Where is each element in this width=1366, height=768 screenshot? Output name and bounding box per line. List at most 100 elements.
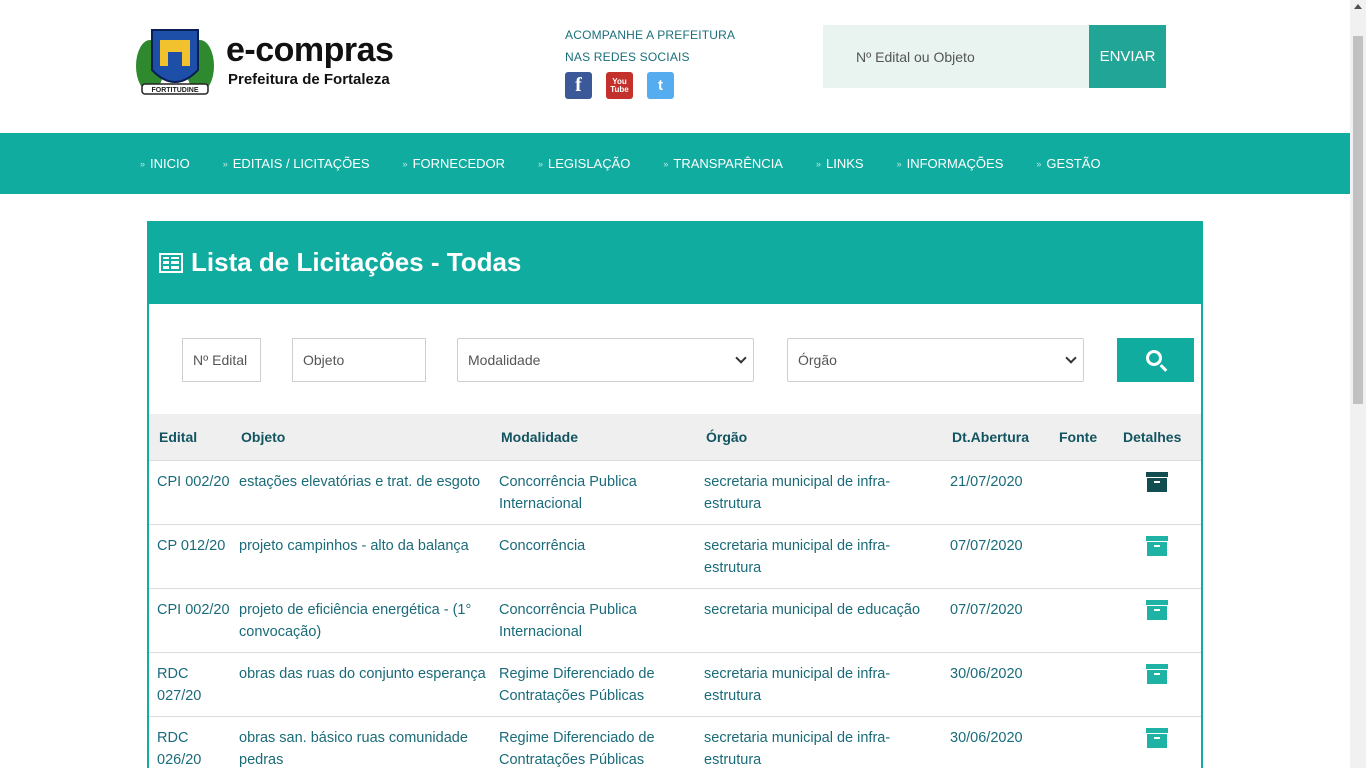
brand-name: e-compras xyxy=(226,31,394,69)
fonte-cell xyxy=(1049,459,1113,524)
archive-box-icon[interactable] xyxy=(1146,663,1168,684)
nav-item-label: LEGISLAÇÃO xyxy=(548,156,631,171)
objeto-cell[interactable]: obras san. básico ruas comunidade pedras xyxy=(231,715,491,768)
edital-cell[interactable]: CPI 002/20 xyxy=(149,459,231,524)
modalidade-cell: Regime Diferenciado de Contratações Públ… xyxy=(491,715,696,768)
archive-box-icon[interactable] xyxy=(1146,535,1168,556)
column-header: Objeto xyxy=(241,428,286,445)
nav-item[interactable]: » INFORMAÇÕES xyxy=(897,156,1004,171)
column-header: Modalidade xyxy=(501,428,579,445)
orgao-cell: secretaria municipal de infra-estrutura xyxy=(696,459,942,524)
column-header: Detalhes xyxy=(1123,428,1182,445)
modalidade-select[interactable]: Modalidade xyxy=(457,338,754,382)
table-icon xyxy=(159,252,183,273)
licitacoes-panel: Lista de Licitações - Todas Nº Edital Ob… xyxy=(147,221,1203,768)
nav-item[interactable]: » FORNECEDOR xyxy=(403,156,505,171)
enviar-button[interactable]: ENVIAR xyxy=(1089,25,1166,88)
archive-box-icon[interactable] xyxy=(1146,471,1168,492)
nav-item[interactable]: » LEGISLAÇÃO xyxy=(538,156,630,171)
scrollbar-thumb[interactable] xyxy=(1353,36,1363,404)
detalhes-cell xyxy=(1113,651,1201,716)
orgao-select[interactable]: Órgão xyxy=(787,338,1084,382)
detalhes-cell xyxy=(1113,459,1201,524)
objeto-cell[interactable]: projeto campinhos - alto da balança xyxy=(231,523,491,588)
chevron-down-icon xyxy=(735,352,747,364)
chevron-down-icon xyxy=(1065,352,1077,364)
objeto-cell[interactable]: projeto de eficiência energética - (1° c… xyxy=(231,587,491,652)
table-row[interactable]: CPI 002/20 projeto de eficiência energéti… xyxy=(149,587,1201,652)
abertura-date-cell: 30/06/2020 xyxy=(942,715,1049,768)
nav-arrow-icon: » xyxy=(663,158,668,169)
nav-item-label: FORNECEDOR xyxy=(412,156,506,171)
nav-item[interactable]: » GESTÃO xyxy=(1036,156,1100,171)
modalidade-cell: Concorrência xyxy=(491,523,696,588)
detalhes-cell xyxy=(1113,523,1201,588)
main-nav: » INICIO» EDITAIS / LICITAÇÕES» FORNECEDOR»… xyxy=(0,133,1350,194)
column-header: Dt.Abertura xyxy=(952,428,1030,445)
edital-cell[interactable]: CP 012/20 xyxy=(149,523,231,588)
table-row[interactable]: CP 012/20 projeto campinhos - alto da bal… xyxy=(149,523,1201,588)
modalidade-cell: Regime Diferenciado de Contratações Públ… xyxy=(491,651,696,716)
modalidade-cell: Concorrência Publica Internacional xyxy=(491,459,696,524)
filter-bar: Nº Edital Objeto Modalidade Órgão xyxy=(182,338,1196,382)
fonte-cell xyxy=(1049,715,1113,768)
nav-arrow-icon: » xyxy=(896,158,902,169)
archive-box-icon[interactable] xyxy=(1146,599,1168,620)
abertura-date-cell: 07/07/2020 xyxy=(942,523,1049,588)
orgao-select-value: Órgão xyxy=(798,352,837,368)
brand-subtitle: Prefeitura de Fortaleza xyxy=(228,71,390,88)
objeto-filter-input[interactable]: Objeto xyxy=(292,338,426,382)
modalidade-select-value: Modalidade xyxy=(468,352,541,368)
table-row[interactable]: CPI 002/20 estações elevatórias e trat. d… xyxy=(149,459,1201,524)
edital-cell[interactable]: RDC 027/20 xyxy=(149,651,231,716)
nav-arrow-icon: » xyxy=(815,158,821,169)
nav-item[interactable]: » TRANSPARÊNCIA xyxy=(663,156,783,171)
edital-filter-input[interactable]: Nº Edital xyxy=(182,338,261,382)
nav-item[interactable]: » INICIO xyxy=(140,156,190,171)
scroll-up-icon[interactable] xyxy=(1354,4,1362,9)
table-row[interactable]: RDC 027/20 obras das ruas do conjunto esp… xyxy=(149,651,1201,716)
panel-title: Lista de Licitações - Todas xyxy=(191,247,522,277)
table-header-row: Edital Objeto Modalidade Órgão Dt.Abertura Fo… xyxy=(149,414,1201,460)
search-input[interactable]: Nº Edital ou Objeto xyxy=(823,25,1089,88)
social-heading-line2: NAS REDES SOCIAIS xyxy=(565,50,690,64)
seal-motto: FORTITUDINE xyxy=(151,87,198,94)
panel-header: Lista de Licitações - Todas xyxy=(149,221,1201,304)
nav-arrow-icon: » xyxy=(1036,158,1041,169)
nav-arrow-icon: » xyxy=(402,158,408,169)
nav-item[interactable]: » LINKS xyxy=(816,156,864,171)
modalidade-cell: Concorrência Publica Internacional xyxy=(491,587,696,652)
nav-arrow-icon: » xyxy=(140,158,145,169)
abertura-date-cell: 21/07/2020 xyxy=(942,459,1049,524)
e-compras-logo[interactable]: FORTITUDINE e-compras Prefeitura de Fort… xyxy=(128,22,428,102)
column-header: Fonte xyxy=(1059,428,1098,445)
nav-item-label: GESTÃO xyxy=(1046,156,1101,171)
detalhes-cell xyxy=(1113,587,1201,652)
nav-item[interactable]: » EDITAIS / LICITAÇÕES xyxy=(223,156,370,171)
header-search: Nº Edital ou Objeto ENVIAR xyxy=(823,25,1166,88)
nav-item-label: INICIO xyxy=(150,156,190,171)
orgao-cell: secretaria municipal de infra-estrutura xyxy=(696,715,942,768)
page-scrollbar[interactable] xyxy=(1350,0,1366,768)
nav-item-label: TRANSPARÊNCIA xyxy=(673,156,783,171)
objeto-cell[interactable]: obras das ruas do conjunto esperança xyxy=(231,651,491,716)
detalhes-cell xyxy=(1113,715,1201,768)
facebook-icon[interactable]: f xyxy=(565,72,592,99)
search-button[interactable] xyxy=(1117,338,1194,382)
archive-box-icon[interactable] xyxy=(1146,727,1168,748)
fortaleza-seal-icon: FORTITUDINE xyxy=(136,29,214,95)
youtube-icon[interactable]: You Tube xyxy=(606,72,633,99)
abertura-date-cell: 07/07/2020 xyxy=(942,587,1049,652)
edital-cell[interactable]: RDC 026/20 xyxy=(149,715,231,768)
nav-item-label: INFORMAÇÕES xyxy=(906,156,1004,171)
fonte-cell xyxy=(1049,651,1113,716)
twitter-icon[interactable]: t xyxy=(647,72,674,99)
nav-arrow-icon: » xyxy=(222,158,228,169)
column-header: Edital xyxy=(159,428,198,445)
table-row[interactable]: RDC 026/20 obras san. básico ruas comunid… xyxy=(149,715,1201,768)
objeto-cell[interactable]: estações elevatórias e trat. de esgoto xyxy=(231,459,491,524)
nav-item-label: EDITAIS / LICITAÇÕES xyxy=(232,156,370,171)
edital-cell[interactable]: CPI 002/20 xyxy=(149,587,231,652)
column-header: Órgão xyxy=(706,428,748,445)
social-heading-line1: ACOMPANHE A PREFEITURA xyxy=(565,28,736,42)
